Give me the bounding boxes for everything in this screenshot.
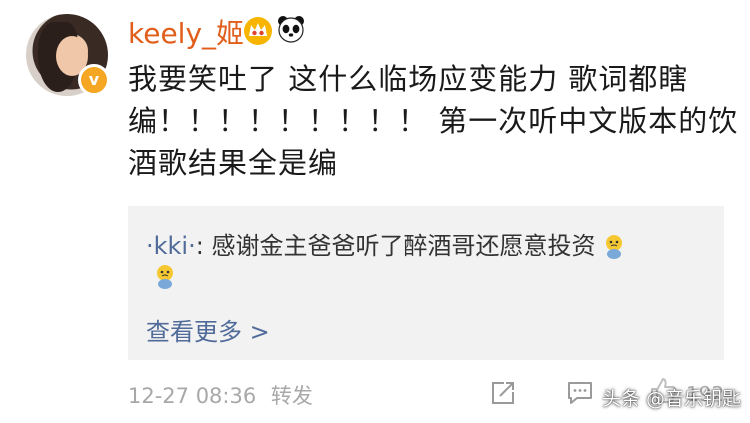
share-icon[interactable] bbox=[490, 380, 516, 406]
reply-line: ·kki·: 感谢金主爸爸听了醉酒哥还愿意投资 bbox=[146, 226, 625, 261]
timestamp: 12-27 08:36 bbox=[128, 384, 257, 408]
reply-separator: : bbox=[195, 232, 212, 260]
post-line: 编！！！！！！！！！ 第一次听中文版本的饮 bbox=[128, 104, 739, 138]
reply-box: ·kki·: 感谢金主爸爸听了醉酒哥还愿意投资 查看更多 > bbox=[128, 206, 724, 360]
username[interactable]: keely_姬 bbox=[128, 12, 244, 52]
post-meta: 12-27 08:36 转发 bbox=[128, 380, 313, 410]
crown-icon bbox=[244, 17, 272, 45]
watermark: 头条 @音乐钥匙 bbox=[602, 388, 742, 410]
verified-badge: v bbox=[78, 64, 110, 96]
reply-author[interactable]: ·kki· bbox=[146, 232, 196, 260]
post-line: 酒歌结果全是编 bbox=[128, 146, 339, 180]
post-line: 我要笑吐了 这什么临场应变能力 歌词都瞎 bbox=[128, 62, 689, 96]
post-text: 我要笑吐了 这什么临场应变能力 歌词都瞎 编！！！！！！！！！ 第一次听中文版本… bbox=[128, 58, 739, 184]
crying-emoji-icon bbox=[606, 235, 623, 259]
crying-emoji-icon bbox=[157, 265, 173, 289]
repost-button[interactable]: 转发 bbox=[271, 384, 313, 408]
reply-text: 感谢金主爸爸听了醉酒哥还愿意投资 bbox=[211, 232, 596, 260]
comment-icon[interactable] bbox=[566, 380, 594, 406]
panda-icon bbox=[278, 16, 304, 43]
view-more-link[interactable]: 查看更多 > bbox=[146, 312, 270, 347]
